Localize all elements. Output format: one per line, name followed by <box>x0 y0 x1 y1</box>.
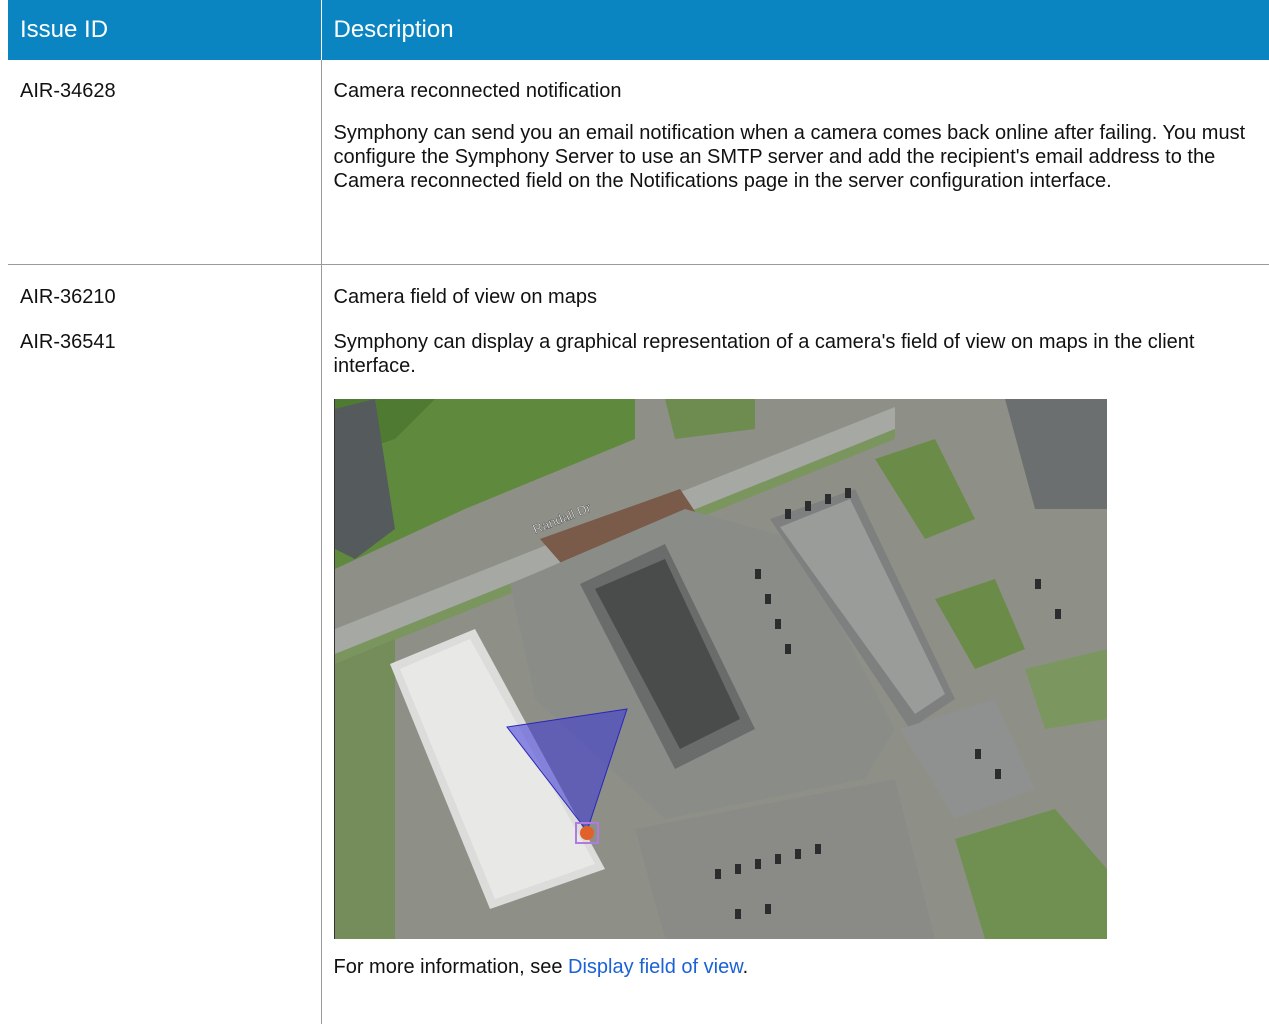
issue-body: Symphony can display a graphical represe… <box>333 331 1195 377</box>
display-field-of-view-link[interactable]: Display field of view <box>568 956 743 978</box>
issue-id: AIR-36210 <box>20 286 116 308</box>
table-header-row: Issue ID Description <box>8 0 1269 60</box>
more-info-text: For more information, see Display field … <box>334 955 1258 979</box>
issue-title: Camera reconnected notification <box>333 80 622 102</box>
header-issue-id: Issue ID <box>8 0 322 60</box>
more-info-prefix: For more information, see <box>333 956 569 978</box>
issues-table: Issue ID Description AIR-34628 Camera re… <box>8 0 1269 1024</box>
more-info-suffix: . <box>742 956 749 978</box>
issue-title: Camera field of view on maps <box>333 286 597 308</box>
issue-id-cell: AIR-36210 AIR-36541 <box>8 264 322 1024</box>
table-row: AIR-36210 AIR-36541 Camera field of view… <box>8 264 1269 1025</box>
issue-id-cell: AIR-34628 <box>8 60 322 265</box>
issue-id: AIR-34628 <box>20 80 116 102</box>
aerial-map-image: Randall Dr <box>333 399 1107 939</box>
camera-icon[interactable] <box>579 826 594 840</box>
description-cell: Camera field of view on maps Symphony ca… <box>321 265 1269 1025</box>
header-description: Description <box>321 0 1269 60</box>
description-cell: Camera reconnected notification Symphony… <box>321 60 1269 265</box>
issue-id: AIR-36541 <box>20 331 116 353</box>
issue-body: Symphony can send you an email notificat… <box>333 122 1246 192</box>
table-row: AIR-34628 Camera reconnected notificatio… <box>8 60 1269 265</box>
